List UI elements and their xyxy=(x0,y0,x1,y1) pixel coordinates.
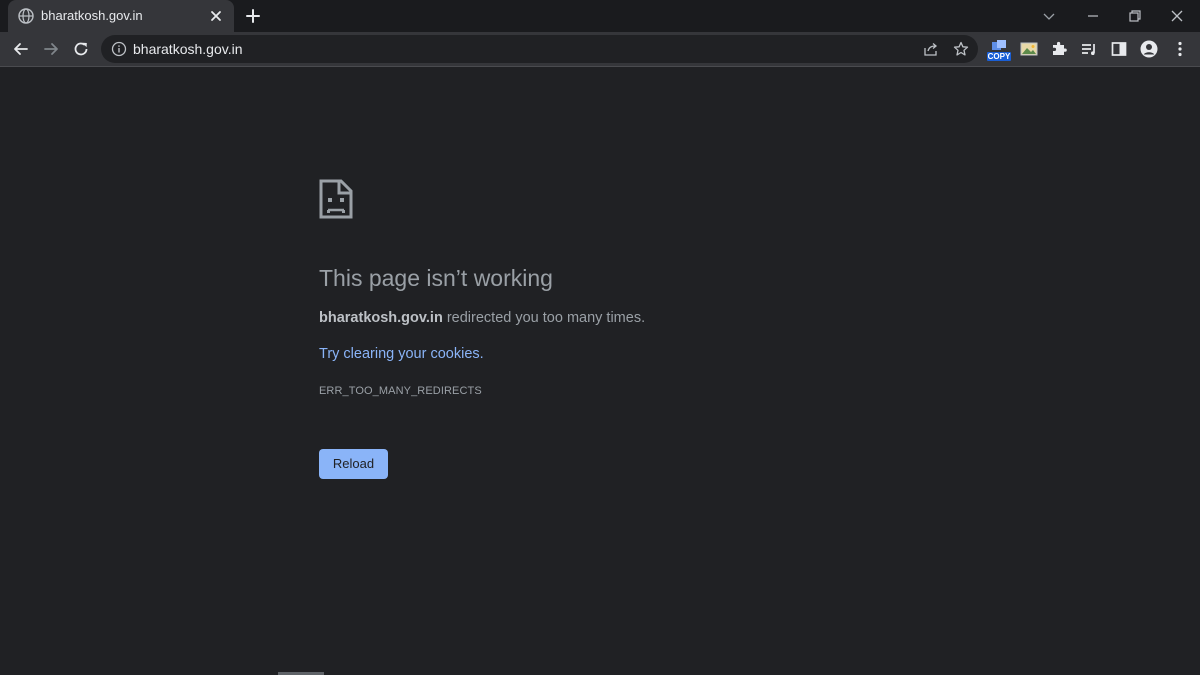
url-text[interactable]: bharatkosh.gov.in xyxy=(133,41,242,57)
error-host: bharatkosh.gov.in xyxy=(319,310,443,326)
tab-strip: bharatkosh.gov.in xyxy=(0,0,1200,32)
info-icon[interactable] xyxy=(111,41,127,57)
arrow-left-icon[interactable] xyxy=(11,39,31,59)
kebab-menu-icon[interactable] xyxy=(1170,39,1190,59)
copy-extension-label: COPY xyxy=(987,52,1011,61)
clear-cookies-link[interactable]: Try clearing your cookies. xyxy=(319,345,484,363)
puzzle-icon[interactable] xyxy=(1049,39,1069,59)
sad-page-icon xyxy=(319,179,353,219)
tab-title: bharatkosh.gov.in xyxy=(41,8,143,23)
reading-list-icon[interactable] xyxy=(1079,39,1099,59)
minimize-icon[interactable] xyxy=(1082,5,1104,27)
arrow-right-icon[interactable] xyxy=(41,39,61,59)
tab-bharatkosh[interactable]: bharatkosh.gov.in xyxy=(8,0,234,32)
chevron-down-icon[interactable] xyxy=(1038,5,1060,27)
globe-icon xyxy=(18,8,34,24)
copy-extension-button[interactable]: COPY xyxy=(986,36,1014,62)
plus-icon[interactable] xyxy=(245,8,261,24)
close-icon[interactable] xyxy=(1166,5,1188,27)
close-icon[interactable] xyxy=(208,8,224,24)
image-icon[interactable] xyxy=(1019,39,1039,59)
toolbar: bharatkosh.gov.in COPY xyxy=(0,32,1200,67)
reload-button[interactable]: Reload xyxy=(319,449,388,479)
share-icon[interactable] xyxy=(923,41,939,57)
reload-icon[interactable] xyxy=(71,39,91,59)
error-message: bharatkosh.gov.in redirected you too man… xyxy=(319,309,645,327)
error-message-text: redirected you too many times. xyxy=(442,310,646,326)
side-panel-icon[interactable] xyxy=(1109,39,1129,59)
avatar-icon[interactable] xyxy=(1139,39,1159,59)
copy-extension-icon xyxy=(992,40,1006,50)
restore-icon[interactable] xyxy=(1124,5,1146,27)
page-title: This page isn’t working xyxy=(319,265,553,291)
star-icon[interactable] xyxy=(953,41,969,57)
error-code: ERR_TOO_MANY_REDIRECTS xyxy=(319,385,482,397)
address-bar[interactable]: bharatkosh.gov.in xyxy=(101,35,978,63)
